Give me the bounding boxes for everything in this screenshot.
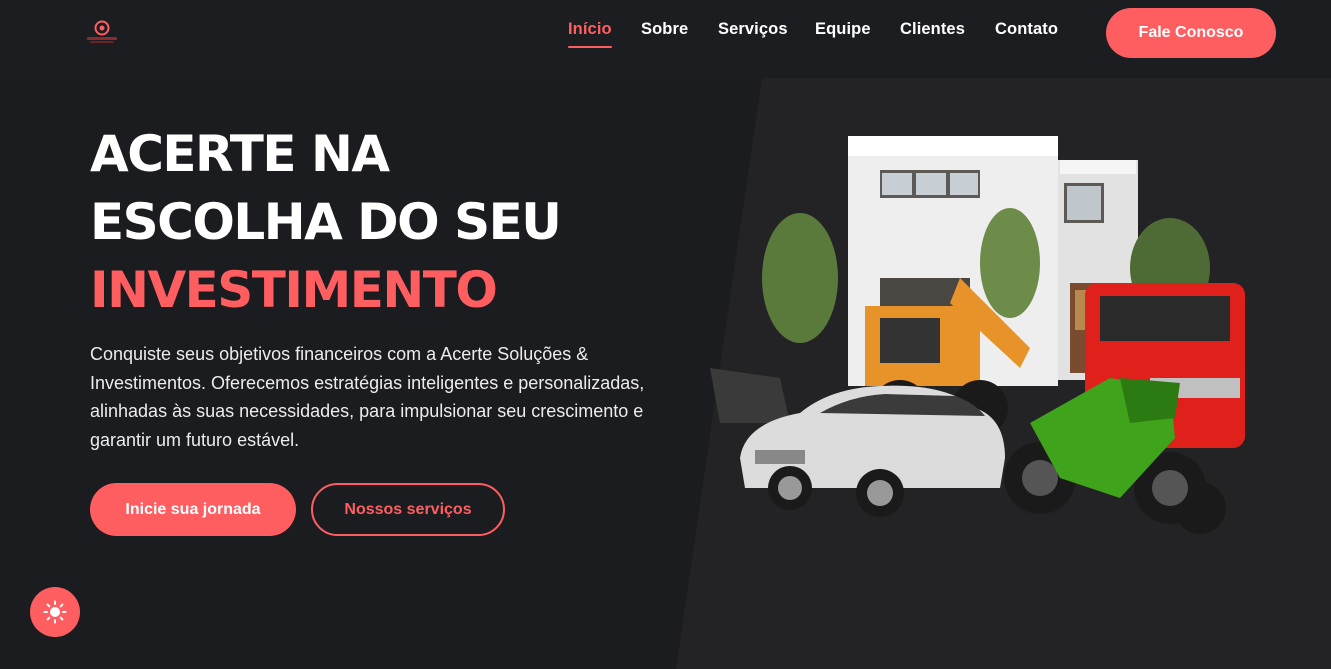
nav-item-inicio[interactable]: Início: [568, 20, 612, 48]
hero-title: ACERTE NA ESCOLHA DO SEU INVESTIMENTO: [90, 120, 690, 324]
hero-title-accent: INVESTIMENTO: [90, 261, 498, 319]
site-header: Início Sobre Serviços Equipe Clientes Co…: [0, 0, 1331, 78]
our-services-button[interactable]: Nossos serviços: [311, 483, 505, 536]
start-journey-button[interactable]: Inicie sua jornada: [90, 483, 296, 536]
brand-logo-icon[interactable]: [84, 18, 120, 46]
hero-title-line: ESCOLHA DO SEU: [90, 193, 562, 251]
nav-item-sobre[interactable]: Sobre: [641, 20, 688, 39]
motorcycle-image: [1004, 378, 1206, 524]
hero-description: Conquiste seus objetivos financeiros com…: [90, 344, 645, 450]
nav-item-servicos[interactable]: Serviços: [718, 20, 788, 39]
truck-image: [1085, 283, 1245, 534]
nav-item-contato[interactable]: Contato: [995, 20, 1058, 39]
contact-us-button[interactable]: Fale Conosco: [1106, 8, 1276, 58]
house-image: [848, 136, 1138, 386]
backhoe-image: [710, 278, 1030, 436]
trees-image: [762, 208, 1210, 343]
page: Início Sobre Serviços Equipe Clientes Co…: [0, 0, 1331, 669]
car-image: [740, 385, 1005, 517]
hero-panel-bg: [676, 78, 1331, 669]
nav-item-clientes[interactable]: Clientes: [900, 20, 965, 39]
theme-toggle-button[interactable]: [30, 587, 80, 637]
nav-item-equipe[interactable]: Equipe: [815, 20, 871, 39]
sun-icon: [43, 600, 67, 624]
hero-title-line: ACERTE NA: [90, 125, 390, 183]
